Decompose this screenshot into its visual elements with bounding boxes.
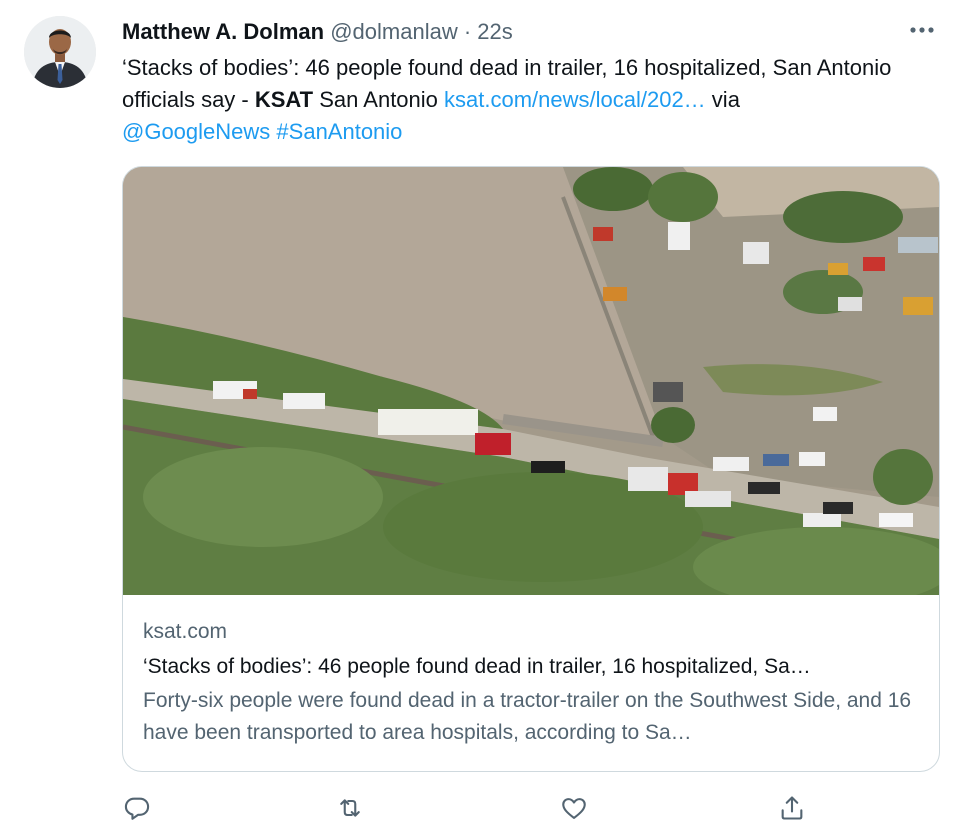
share-icon xyxy=(781,796,803,820)
author-name[interactable]: Matthew A. Dolman xyxy=(122,19,324,44)
aerial-scene-image xyxy=(123,167,939,595)
like-icon xyxy=(562,798,586,819)
tweet-header: Matthew A. Dolman @dolmanlaw · 22s xyxy=(122,18,860,46)
tweet-actions xyxy=(0,790,960,826)
tweet-text-part: via xyxy=(705,87,740,112)
header-separator: · xyxy=(463,19,472,44)
link-preview-card[interactable]: ksat.com ‘Stacks of bodies’: 46 people f… xyxy=(122,166,940,772)
card-image[interactable] xyxy=(123,167,939,595)
reply-icon xyxy=(124,797,150,820)
more-options-button[interactable] xyxy=(906,16,938,44)
share-button[interactable] xyxy=(774,790,810,826)
card-text: ksat.com ‘Stacks of bodies’: 46 people f… xyxy=(143,617,917,749)
card-title[interactable]: ‘Stacks of bodies’: 46 people found dead… xyxy=(143,651,917,683)
hashtag-link[interactable]: #SanAntonio xyxy=(276,119,402,144)
reply-button[interactable] xyxy=(119,790,155,826)
mention-link[interactable]: @GoogleNews xyxy=(122,119,270,144)
card-description: Forty-six people were found dead in a tr… xyxy=(143,689,912,744)
avatar[interactable] xyxy=(24,16,96,88)
tweet-timestamp[interactable]: 22s xyxy=(477,19,512,44)
author-handle[interactable]: @dolmanlaw xyxy=(330,19,458,44)
avatar-photo xyxy=(24,16,96,88)
tweet-text-part: San Antonio xyxy=(313,87,445,112)
more-horizontal-icon xyxy=(910,27,934,33)
tweet-text: ‘Stacks of bodies’: 46 people found dead… xyxy=(122,52,922,148)
tweet-text-bold: KSAT xyxy=(254,87,314,112)
like-button[interactable] xyxy=(556,790,592,826)
card-domain: ksat.com xyxy=(143,620,228,643)
tweet-link[interactable]: ksat.com/news/local/202… xyxy=(444,87,706,112)
retweet-icon xyxy=(340,799,360,817)
retweet-button[interactable] xyxy=(332,790,368,826)
